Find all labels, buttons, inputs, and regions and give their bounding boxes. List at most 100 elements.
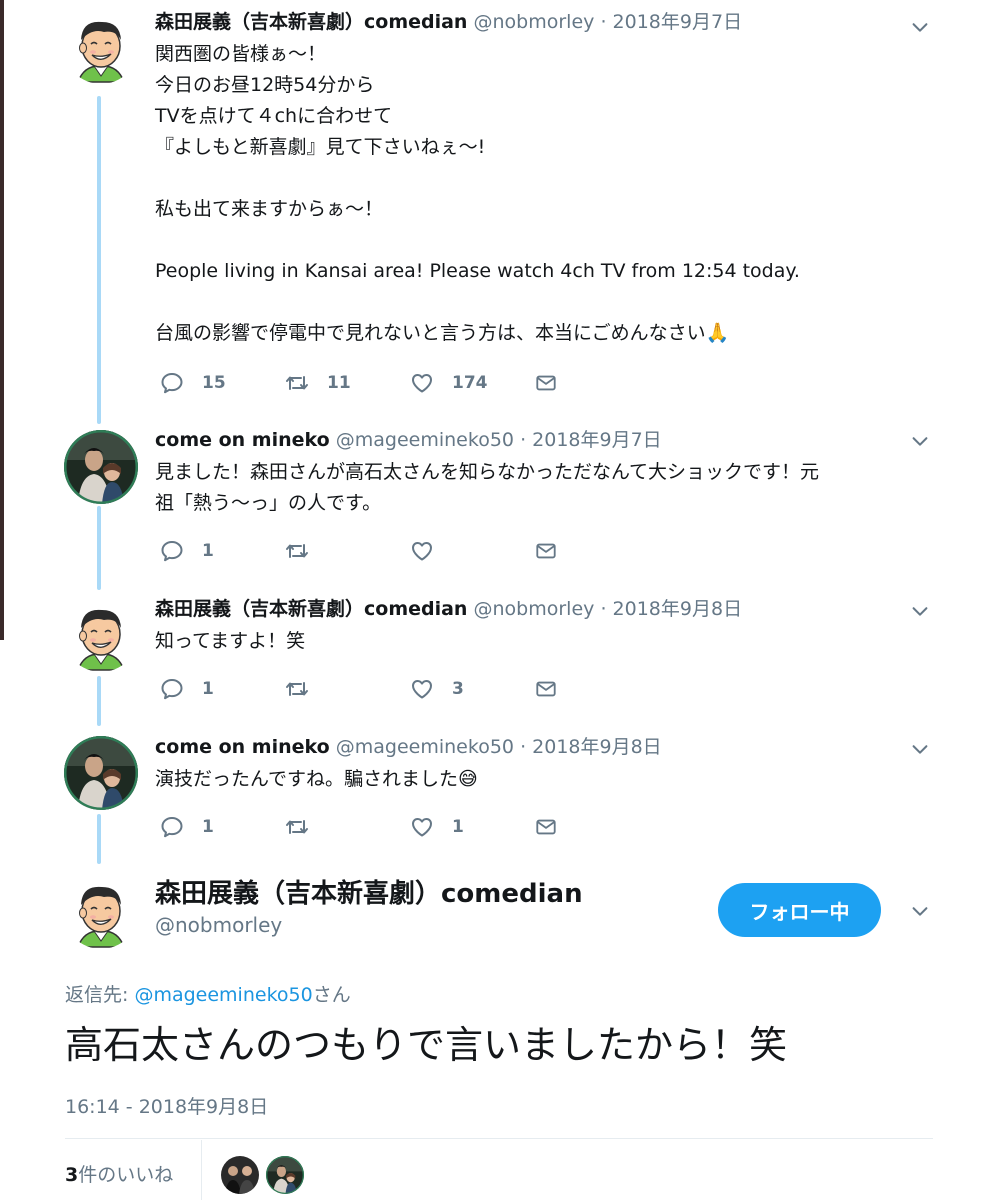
reply-button[interactable]: 1 — [160, 539, 285, 563]
divider — [65, 1138, 933, 1139]
avatar[interactable] — [64, 736, 138, 810]
dm-icon — [535, 815, 557, 839]
retweet-button[interactable] — [285, 815, 410, 839]
liker-avatar[interactable] — [266, 1156, 304, 1194]
liker-photo-icon — [221, 1156, 259, 1194]
display-name[interactable]: 森田展義（吉本新喜劇）comedian — [155, 11, 467, 33]
dm-button[interactable] — [535, 371, 575, 395]
chevron-down-icon[interactable] — [909, 600, 931, 622]
tweet-header: 森田展義（吉本新喜劇）comedian @nobmorley · 2018年9月… — [155, 9, 931, 35]
chevron-down-icon[interactable] — [909, 430, 931, 452]
divider — [201, 1140, 202, 1200]
tweet-text: 見ました！森田さんが高石太さんを知らなかっただなんて大ショックです！元 祖「熱う… — [155, 461, 820, 514]
retweet-icon — [285, 815, 309, 839]
handle[interactable]: @mageemineko50 — [336, 429, 514, 451]
like-icon — [410, 677, 434, 701]
cartoon-avatar-icon — [64, 875, 138, 949]
liker-avatar[interactable] — [221, 1156, 259, 1194]
cartoon-avatar-icon — [64, 598, 138, 672]
like-button[interactable] — [410, 539, 535, 563]
display-name[interactable]: come on mineko — [155, 736, 330, 758]
like-button[interactable]: 1 — [410, 815, 535, 839]
focus-timestamp[interactable]: 16:14 - 2018年9月8日 — [65, 1092, 268, 1119]
following-button[interactable]: フォロー中 — [718, 883, 881, 937]
tweet-actions: 1 — [160, 536, 575, 566]
tweet-date[interactable]: · 2018年9月8日 — [600, 598, 742, 620]
retweet-icon — [285, 371, 309, 395]
reply-to-handle-link[interactable]: @mageemineko50 — [134, 984, 312, 1006]
tweet-actions: 1 3 — [160, 674, 575, 704]
like-button[interactable]: 3 — [410, 677, 535, 701]
reply-to-line: 返信先: @mageemineko50さん — [65, 980, 351, 1007]
avatar[interactable] — [64, 10, 138, 84]
like-count: 1 — [452, 817, 464, 837]
dm-button[interactable] — [535, 815, 575, 839]
thread-line — [97, 96, 101, 424]
tweet-date[interactable]: · 2018年9月7日 — [520, 429, 662, 451]
thread-line — [97, 506, 101, 590]
dm-button[interactable] — [535, 539, 575, 563]
tweet-date[interactable]: · 2018年9月7日 — [600, 11, 742, 33]
tweet-header: come on mineko @mageemineko50 · 2018年9月7… — [155, 427, 931, 453]
reply-button[interactable]: 1 — [160, 677, 285, 701]
reply-button[interactable]: 1 — [160, 815, 285, 839]
reply-count: 15 — [202, 373, 226, 393]
tweet-text: 関西圏の皆様ぁ〜！ 今日のお昼12時54分から TVを点けて４chに合わせて 『… — [155, 43, 800, 344]
reply-icon — [160, 539, 184, 563]
window-edge — [0, 0, 4, 640]
tweet-date[interactable]: · 2018年9月8日 — [520, 736, 662, 758]
like-count: 3 — [452, 679, 464, 699]
like-icon — [410, 539, 434, 563]
chevron-down-icon[interactable] — [909, 738, 931, 760]
tweet-header: 森田展義（吉本新喜劇）comedian @nobmorley · 2018年9月… — [155, 596, 931, 622]
tweet-text: 知ってますよ！笑 — [155, 630, 306, 652]
reply-button[interactable]: 15 — [160, 371, 285, 395]
dm-icon — [535, 539, 557, 563]
tweet-text: 演技だったんですね。騙されました😅 — [155, 768, 478, 790]
retweet-icon — [285, 677, 309, 701]
retweet-button[interactable]: 11 — [285, 371, 410, 395]
chevron-down-icon[interactable] — [909, 900, 931, 922]
focus-tweet-text: 高石太さんのつもりで言いましたから！笑 — [65, 1023, 788, 1067]
like-button[interactable]: 174 — [410, 371, 535, 395]
reply-to-prefix: 返信先: — [65, 984, 135, 1006]
likes-label: 件のいいね — [78, 1164, 174, 1186]
retweet-count: 11 — [327, 373, 351, 393]
likes-stat[interactable]: 3件のいいね — [65, 1160, 173, 1187]
thread-line — [97, 676, 101, 726]
handle[interactable]: @nobmorley — [474, 11, 595, 33]
reply-icon — [160, 815, 184, 839]
reply-count: 1 — [202, 817, 214, 837]
tweet-header: come on mineko @mageemineko50 · 2018年9月8… — [155, 734, 931, 760]
reply-icon — [160, 677, 184, 701]
like-icon — [410, 371, 434, 395]
like-icon — [410, 815, 434, 839]
dm-icon — [535, 371, 557, 395]
tweet-actions: 15 11 174 — [160, 368, 575, 398]
focus-avatar[interactable] — [64, 875, 138, 949]
display-name[interactable]: come on mineko — [155, 429, 330, 451]
avatar[interactable] — [64, 430, 138, 504]
photo-avatar-icon — [64, 430, 138, 504]
avatar[interactable] — [64, 598, 138, 672]
dm-button[interactable] — [535, 677, 575, 701]
chevron-down-icon[interactable] — [909, 16, 931, 38]
tweet-actions: 1 1 — [160, 812, 575, 842]
reply-count: 1 — [202, 679, 214, 699]
retweet-button[interactable] — [285, 677, 410, 701]
reply-icon — [160, 371, 184, 395]
thread-line — [97, 814, 101, 864]
like-count: 174 — [452, 373, 488, 393]
liker-photo-icon — [266, 1156, 304, 1194]
handle[interactable]: @mageemineko50 — [336, 736, 514, 758]
display-name[interactable]: 森田展義（吉本新喜劇）comedian — [155, 598, 467, 620]
photo-avatar-icon — [64, 736, 138, 810]
likes-count: 3 — [65, 1164, 79, 1186]
dm-icon — [535, 677, 557, 701]
reply-to-suffix: さん — [312, 984, 351, 1006]
retweet-icon — [285, 539, 309, 563]
retweet-button[interactable] — [285, 539, 410, 563]
handle[interactable]: @nobmorley — [474, 598, 595, 620]
cartoon-avatar-icon — [64, 10, 138, 84]
reply-count: 1 — [202, 541, 214, 561]
